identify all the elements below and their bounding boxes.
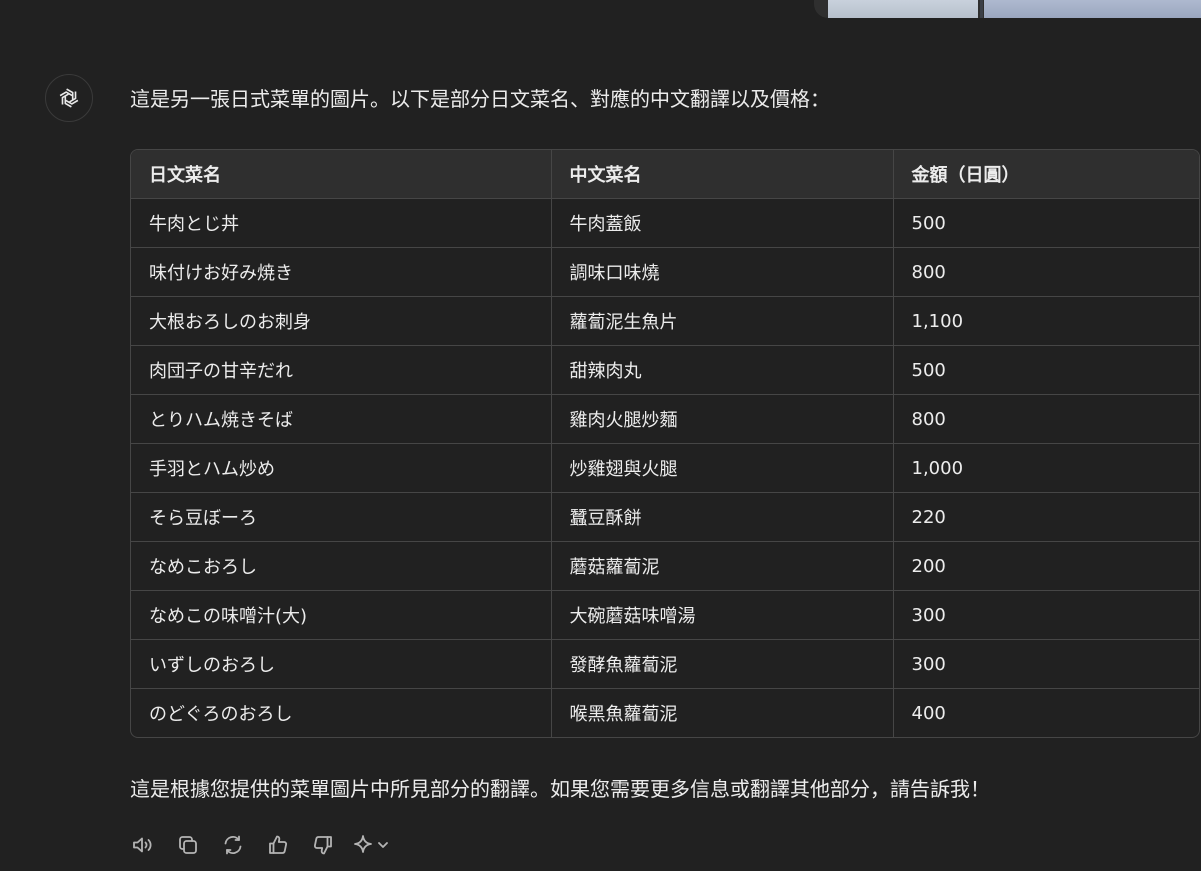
chinese-dish-name: 發酵魚蘿蔔泥 (551, 639, 894, 689)
dish-price: 220 (893, 492, 1199, 542)
japanese-dish-name: とりハム焼きそば (131, 394, 552, 444)
table-row: 牛肉とじ丼 牛肉蓋飯 500 (131, 198, 1199, 248)
thumbs-up-icon (269, 835, 288, 854)
chevron-down-icon (378, 842, 388, 848)
table-row: 大根おろしのお刺身 蘿蔔泥生魚片 1,100 (131, 296, 1199, 346)
dish-price: 500 (893, 198, 1199, 248)
read-aloud-button[interactable] (126, 830, 160, 860)
chinese-dish-name: 甜辣肉丸 (551, 345, 894, 395)
regenerate-icon (224, 835, 242, 855)
table-row: とりハム焼きそば 雞肉火腿炒麵 800 (131, 394, 1199, 444)
column-header-price: 金額（日圓） (893, 150, 1199, 199)
dish-price: 500 (893, 345, 1199, 395)
dish-price: 300 (893, 639, 1199, 689)
bad-response-button[interactable] (306, 830, 340, 860)
dish-price: 800 (893, 394, 1199, 444)
japanese-dish-name: 牛肉とじ丼 (131, 198, 552, 248)
read-aloud-icon (133, 837, 152, 853)
chinese-dish-name: 蘿蔔泥生魚片 (551, 296, 894, 346)
previous-user-image-thumbnail[interactable] (814, 0, 1201, 18)
menu-translation-table: 日文菜名 中文菜名 金額（日圓） 牛肉とじ丼 牛肉蓋飯 500 味付けお好み焼き… (130, 149, 1200, 738)
japanese-dish-name: 肉団子の甘辛だれ (131, 345, 552, 395)
table-row: 肉団子の甘辛だれ 甜辣肉丸 500 (131, 345, 1199, 395)
good-response-button[interactable] (261, 830, 295, 860)
dish-price: 1,000 (893, 443, 1199, 493)
table-row: そら豆ぼーろ 蠶豆酥餅 220 (131, 492, 1199, 542)
column-header-chinese-name: 中文菜名 (551, 150, 894, 199)
japanese-dish-name: 大根おろしのお刺身 (131, 296, 552, 346)
table-row: なめこの味噌汁(大) 大碗蘑菇味噌湯 300 (131, 590, 1199, 640)
table-row: 手羽とハム炒め 炒雞翅與火腿 1,000 (131, 443, 1199, 493)
chinese-dish-name: 雞肉火腿炒麵 (551, 394, 894, 444)
japanese-dish-name: なめこの味噌汁(大) (131, 590, 552, 640)
chinese-dish-name: 喉黑魚蘿蔔泥 (551, 688, 894, 737)
column-header-japanese-name: 日文菜名 (131, 150, 552, 199)
regenerate-button[interactable] (216, 830, 250, 860)
chinese-dish-name: 大碗蘑菇味噌湯 (551, 590, 894, 640)
table-row: のどぐろのおろし 喉黑魚蘿蔔泥 400 (131, 688, 1199, 737)
japanese-dish-name: 手羽とハム炒め (131, 443, 552, 493)
table-row: 味付けお好み焼き 調味口味燒 800 (131, 247, 1199, 297)
japanese-dish-name: 味付けお好み焼き (131, 247, 552, 297)
dish-price: 200 (893, 541, 1199, 591)
message-action-bar (126, 830, 406, 860)
sparkle-model-icon (354, 835, 372, 853)
thumbnail-pane (828, 0, 978, 18)
thumbnail-divider (980, 0, 983, 18)
assistant-message-outro: 這是根據您提供的菜單圖片中所見部分的翻譯。如果您需要更多信息或翻譯其他部分，請告… (130, 777, 990, 801)
dish-price: 1,100 (893, 296, 1199, 346)
chinese-dish-name: 調味口味燒 (551, 247, 894, 297)
chinese-dish-name: 炒雞翅與火腿 (551, 443, 894, 493)
japanese-dish-name: そら豆ぼーろ (131, 492, 552, 542)
chinese-dish-name: 蘑菇蘿蔔泥 (551, 541, 894, 591)
table-row: いずしのおろし 發酵魚蘿蔔泥 300 (131, 639, 1199, 689)
openai-logo-icon (59, 88, 79, 108)
chinese-dish-name: 牛肉蓋飯 (551, 198, 894, 248)
thumbs-down-icon (313, 836, 332, 855)
assistant-message-intro: 這是另一張日式菜單的圖片。以下是部分日文菜名、對應的中文翻譯以及價格： (130, 87, 830, 111)
japanese-dish-name: いずしのおろし (131, 639, 552, 689)
chinese-dish-name: 蠶豆酥餅 (551, 492, 894, 542)
assistant-avatar (45, 74, 93, 122)
japanese-dish-name: なめこおろし (131, 541, 552, 591)
dish-price: 300 (893, 590, 1199, 640)
copy-button[interactable] (171, 830, 205, 860)
copy-icon (179, 836, 197, 854)
japanese-dish-name: のどぐろのおろし (131, 688, 552, 737)
switch-model-button[interactable] (351, 830, 395, 860)
table-row: なめこおろし 蘑菇蘿蔔泥 200 (131, 541, 1199, 591)
thumbnail-pane (984, 0, 1201, 18)
table-header-row: 日文菜名 中文菜名 金額（日圓） (131, 150, 1199, 199)
dish-price: 800 (893, 247, 1199, 297)
dish-price: 400 (911, 702, 946, 724)
